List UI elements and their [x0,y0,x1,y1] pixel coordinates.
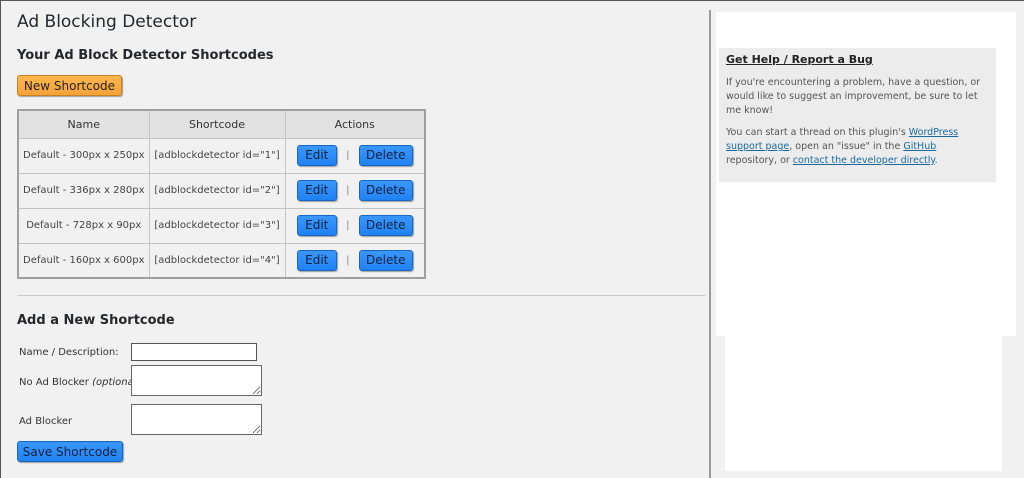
row-name: Default - 160px x 600px [17,242,150,279]
delete-button[interactable]: Delete [358,249,413,271]
help-box: Get Help / Report a Bug If you're encoun… [719,48,996,182]
edit-button[interactable]: Edit [296,249,337,271]
section-divider [17,295,705,296]
action-separator: | [346,185,350,196]
add-shortcode-heading: Add a New Shortcode [17,313,175,328]
action-separator: | [346,150,350,161]
name-field[interactable] [131,343,257,361]
new-shortcode-button[interactable]: New Shortcode [17,75,122,96]
page-title: Ad Blocking Detector [17,12,197,32]
no-adblocker-label-text: No Ad Blocker [19,377,89,388]
shortcodes-heading: Your Ad Block Detector Shortcodes [17,48,274,63]
help-text: , open an "issue" in the [789,141,904,152]
contact-developer-link[interactable]: contact the developer directly [793,155,935,166]
column-header-shortcode: Shortcode [148,109,286,139]
row-actions: Edit | Delete [284,137,426,174]
sidebar-panel-lower [725,336,1002,471]
no-adblocker-label: No Ad Blocker (optional) [19,377,140,388]
edit-button[interactable]: Edit [296,180,337,201]
edit-button[interactable]: Edit [296,215,337,236]
table-header-row: Name Shortcode Actions [17,109,426,139]
adblocker-label: Ad Blocker [19,416,73,427]
table-row: Default - 160px x 600px [adblockdetector… [17,242,426,279]
help-paragraph-2: You can start a thread on this plugin's … [726,126,989,168]
row-shortcode: [adblockdetector id="3"] [148,207,286,244]
no-adblocker-textarea[interactable] [131,365,262,396]
adblocker-textarea[interactable] [131,404,262,435]
table-row: Default - 728px x 90px [adblockdetector … [17,207,426,244]
action-separator: | [346,254,350,266]
row-actions: Edit | Delete [284,172,426,209]
shortcodes-table: Name Shortcode Actions Default - 300px x… [17,109,426,279]
row-shortcode: [adblockdetector id="2"] [148,172,286,209]
row-name: Default - 728px x 90px [17,207,150,244]
main-content: Ad Blocking Detector Your Ad Block Detec… [0,0,710,478]
help-paragraph-1: If you're encountering a problem, have a… [726,77,981,116]
column-header-actions: Actions [284,109,426,139]
table-row: Default - 300px x 250px [adblockdetector… [17,137,426,174]
column-header-name: Name [17,109,150,139]
delete-button[interactable]: Delete [358,180,413,201]
help-title: Get Help / Report a Bug [726,53,873,66]
column-divider [709,10,711,478]
row-shortcode: [adblockdetector id="1"] [148,137,286,174]
save-shortcode-button[interactable]: Save Shortcode [17,441,123,462]
action-separator: | [346,220,350,231]
github-link[interactable]: GitHub [903,141,936,152]
row-actions: Edit | Delete [284,207,426,244]
row-name: Default - 300px x 250px [17,137,150,174]
help-text: . [934,155,938,166]
help-text: You can start a thread on this plugin's [726,127,909,138]
row-actions: Edit | Delete [284,242,426,279]
table-row: Default - 336px x 280px [adblockdetector… [17,172,426,209]
edit-button[interactable]: Edit [296,145,337,166]
delete-button[interactable]: Delete [358,215,413,236]
name-field-label: Name / Description: [19,347,119,358]
row-shortcode: [adblockdetector id="4"] [148,242,286,279]
delete-button[interactable]: Delete [358,145,413,166]
row-name: Default - 336px x 280px [17,172,150,209]
help-text: repository, or [726,155,793,166]
